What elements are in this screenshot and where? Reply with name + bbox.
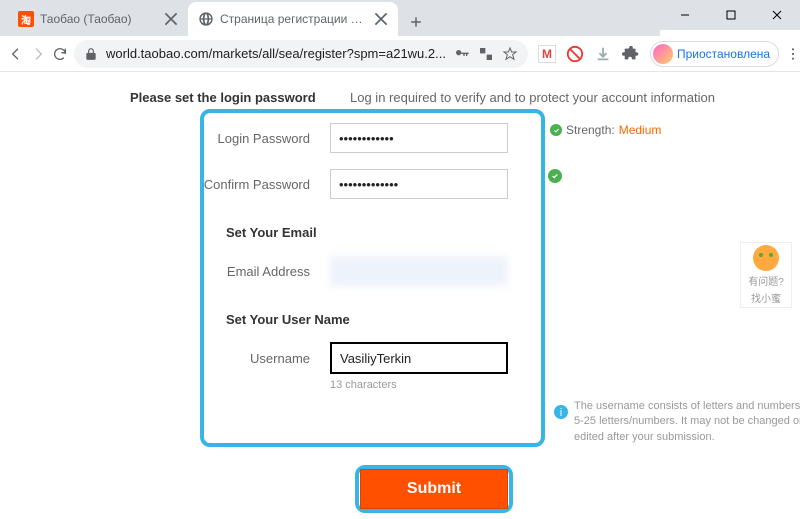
- window-minimize-button[interactable]: [662, 0, 708, 30]
- row-email: Email Address: [130, 248, 800, 294]
- url-text: world.taobao.com/markets/all/sea/registe…: [106, 46, 446, 61]
- section-desc: Log in required to verify and to protect…: [350, 90, 715, 105]
- strength-label: Strength:: [566, 123, 615, 137]
- avatar-icon: [653, 44, 673, 64]
- registration-form: Strength: Medium Login Password Confirm …: [130, 115, 800, 391]
- browser-menu-button[interactable]: [785, 40, 800, 68]
- download-icon[interactable]: [594, 45, 612, 63]
- browser-tabstrip: 淘 Таобао (Таобао) Страница регистрации з…: [0, 0, 660, 36]
- tab-title: Таобао (Таобао): [40, 12, 158, 26]
- tab-title: Страница регистрации зарубеж: [220, 12, 368, 26]
- strength-value: Medium: [619, 123, 662, 137]
- star-icon[interactable]: [502, 46, 518, 62]
- taobao-favicon-icon: 淘: [18, 11, 34, 27]
- window-titlebar: [660, 0, 800, 30]
- window-maximize-button[interactable]: [708, 0, 754, 30]
- username-hint: 13 characters: [130, 379, 800, 391]
- browser-toolbar: world.taobao.com/markets/all/sea/registe…: [0, 36, 800, 72]
- label-username: Username: [130, 351, 330, 366]
- nav-back-button[interactable]: [8, 40, 24, 68]
- assistant-face-icon: [753, 245, 779, 271]
- password-strength: Strength: Medium: [550, 123, 661, 137]
- globe-favicon-icon: [198, 11, 214, 27]
- new-tab-button[interactable]: [402, 8, 430, 36]
- section-title: Please set the login password: [130, 90, 350, 105]
- adblock-icon[interactable]: [566, 45, 584, 63]
- close-icon[interactable]: [164, 12, 178, 26]
- confirm-password-input[interactable]: [330, 169, 508, 199]
- row-username: Username: [130, 335, 800, 381]
- address-bar[interactable]: world.taobao.com/markets/all/sea/registe…: [74, 40, 528, 68]
- nav-forward-button[interactable]: [30, 40, 46, 68]
- translate-icon[interactable]: [478, 46, 494, 62]
- help-line1: 有问题?: [748, 273, 784, 288]
- close-icon[interactable]: [374, 12, 388, 26]
- label-confirm-password: Confirm Password: [130, 177, 330, 192]
- gmail-icon[interactable]: M: [538, 45, 556, 63]
- help-widget[interactable]: 有问题? 找小蜜: [740, 242, 792, 308]
- submit-button[interactable]: Submit: [360, 469, 508, 509]
- username-input[interactable]: [330, 342, 508, 374]
- extensions-icon[interactable]: [622, 45, 640, 63]
- check-icon: [548, 169, 562, 183]
- heading-email: Set Your Email: [130, 207, 800, 248]
- row-login-password: Login Password: [130, 115, 800, 161]
- email-input[interactable]: [330, 256, 508, 286]
- profile-status: Приостановлена: [677, 47, 770, 61]
- profile-chip[interactable]: Приостановлена: [650, 41, 779, 67]
- label-email: Email Address: [130, 264, 330, 279]
- row-confirm-password: Confirm Password: [130, 161, 800, 207]
- heading-username: Set Your User Name: [130, 294, 800, 335]
- key-icon[interactable]: [454, 46, 470, 62]
- help-line2: 找小蜜: [751, 290, 781, 305]
- browser-tab-taobao[interactable]: 淘 Таобао (Таобао): [8, 2, 188, 36]
- extension-icons: M: [534, 45, 644, 63]
- username-info-text: The username consists of letters and num…: [574, 399, 800, 445]
- login-password-input[interactable]: [330, 123, 508, 153]
- lock-icon: [84, 47, 98, 61]
- browser-tab-register[interactable]: Страница регистрации зарубеж: [188, 2, 398, 36]
- nav-reload-button[interactable]: [52, 40, 68, 68]
- page-content: Please set the login password Log in req…: [0, 72, 800, 519]
- svg-text:i: i: [560, 407, 563, 419]
- section-header: Please set the login password Log in req…: [0, 72, 800, 115]
- label-login-password: Login Password: [130, 131, 330, 146]
- window-close-button[interactable]: [754, 0, 800, 30]
- info-icon: i: [554, 405, 568, 419]
